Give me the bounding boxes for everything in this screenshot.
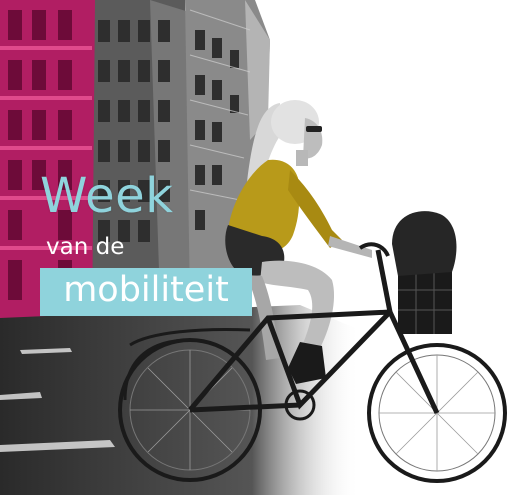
building-magenta — [0, 0, 95, 330]
poster: Week van de mobiliteit — [0, 0, 521, 495]
street-scene — [0, 0, 507, 495]
bike-basket — [392, 211, 457, 334]
